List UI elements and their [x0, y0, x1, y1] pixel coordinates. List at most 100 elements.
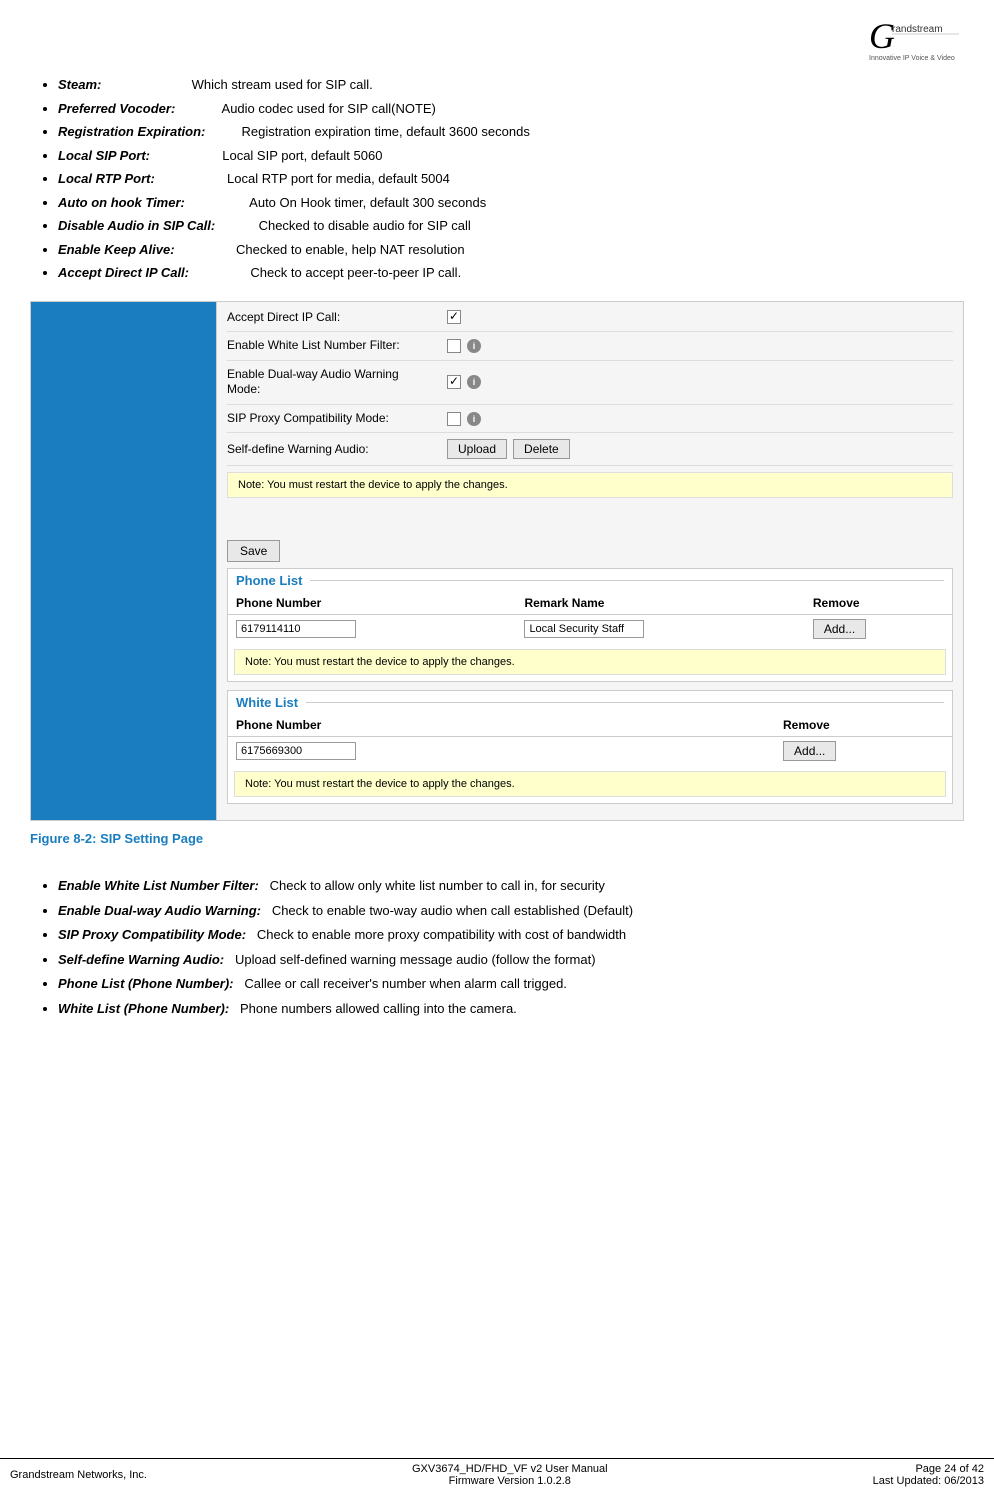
- bullet-term: Enable Keep Alive:: [58, 242, 175, 257]
- form-row-sip-proxy: SIP Proxy Compatibility Mode: i: [227, 411, 953, 434]
- delete-button[interactable]: Delete: [513, 439, 570, 459]
- remark-name-input[interactable]: [524, 620, 644, 638]
- info-icon[interactable]: i: [467, 339, 481, 353]
- bullet-term: Auto on hook Timer:: [58, 195, 185, 210]
- add-button-cell-wl: Add...: [775, 737, 952, 766]
- table-row: Add...: [228, 615, 952, 644]
- white-list-note-text: Note: You must restart the device to app…: [245, 778, 515, 790]
- phone-number-cell: [228, 615, 516, 644]
- col-remark-name: Remark Name: [516, 592, 804, 615]
- footer-center: GXV3674_HD/FHD_VF v2 User Manual Firmwar…: [412, 1463, 608, 1487]
- info-icon[interactable]: i: [467, 375, 481, 389]
- col-empty-wl: [575, 714, 775, 737]
- bullet-term: Preferred Vocoder:: [58, 101, 175, 116]
- footer-right: Page 24 of 42 Last Updated: 06/2013: [873, 1463, 984, 1487]
- footer-center-line1: GXV3674_HD/FHD_VF v2 User Manual: [412, 1463, 608, 1475]
- white-list-table: Phone Number Remove Add...: [228, 714, 952, 765]
- bullet-term: Self-define Warning Audio:: [58, 952, 224, 967]
- col-phone-number-wl: Phone Number: [228, 714, 575, 737]
- note-box-1: Note: You must restart the device to app…: [227, 472, 953, 498]
- bottom-bullet-section: Enable White List Number Filter: Check t…: [30, 876, 964, 1018]
- checkbox-accept-direct[interactable]: [447, 310, 461, 324]
- bullet-desc: Upload self-defined warning message audi…: [235, 952, 596, 967]
- top-bullet-section: Steam: Which stream used for SIP call. P…: [30, 75, 964, 283]
- note-text-1: Note: You must restart the device to app…: [238, 479, 508, 491]
- page-wrapper: G randstream Innovative IP Voice & Video…: [0, 0, 994, 1018]
- form-control: i: [447, 339, 481, 353]
- bullet-term: Steam:: [58, 77, 101, 92]
- bullet-term: Local SIP Port:: [58, 148, 150, 163]
- bullet-term: Enable White List Number Filter:: [58, 878, 259, 893]
- form-label: Accept Direct IP Call:: [227, 310, 447, 326]
- bullet-desc: Local SIP port, default 5060: [222, 148, 382, 163]
- footer-left: Grandstream Networks, Inc.: [10, 1469, 147, 1481]
- phone-number-input[interactable]: [236, 620, 356, 638]
- footer-center-line2: Firmware Version 1.0.2.8: [412, 1475, 608, 1487]
- col-remove-wl: Remove: [775, 714, 952, 737]
- info-icon[interactable]: i: [467, 412, 481, 426]
- page-footer: Grandstream Networks, Inc. GXV3674_HD/FH…: [0, 1458, 994, 1491]
- list-item: Preferred Vocoder: Audio codec used for …: [58, 99, 964, 119]
- col-remove: Remove: [805, 592, 952, 615]
- bullet-desc: Check to allow only white list number to…: [270, 878, 605, 893]
- form-control: [447, 310, 461, 324]
- checkbox-sip-proxy[interactable]: [447, 412, 461, 426]
- bullet-desc: Registration expiration time, default 36…: [241, 124, 529, 139]
- bullet-term: Registration Expiration:: [58, 124, 205, 139]
- save-button[interactable]: Save: [227, 540, 280, 562]
- svg-text:Innovative IP Voice & Video: Innovative IP Voice & Video: [869, 55, 955, 62]
- form-row-accept-direct: Accept Direct IP Call:: [227, 310, 953, 333]
- list-item: SIP Proxy Compatibility Mode: Check to e…: [58, 925, 964, 945]
- bullet-desc: Which stream used for SIP call.: [192, 77, 373, 92]
- bullet-desc: Callee or call receiver's number when al…: [244, 976, 567, 991]
- phone-list-header: Phone List: [228, 569, 952, 592]
- form-control: i: [447, 412, 481, 426]
- bullet-term: Phone List (Phone Number):: [58, 976, 234, 991]
- list-item: Local SIP Port: Local SIP port, default …: [58, 146, 964, 166]
- upload-button[interactable]: Upload: [447, 439, 507, 459]
- svg-text:G: G: [869, 16, 895, 56]
- white-list-phone-input[interactable]: [236, 742, 356, 760]
- form-row-dual-audio: Enable Dual-way Audio WarningMode: i: [227, 367, 953, 405]
- bullet-term: White List (Phone Number):: [58, 1001, 229, 1016]
- logo-container: G randstream Innovative IP Voice & Video: [864, 10, 964, 65]
- screenshot-container: Accept Direct IP Call: Enable White List…: [30, 301, 964, 822]
- form-label: SIP Proxy Compatibility Mode:: [227, 411, 447, 427]
- table-row: Add...: [228, 737, 952, 766]
- checkbox-whitelist-filter[interactable]: [447, 339, 461, 353]
- checkbox-dual-audio[interactable]: [447, 375, 461, 389]
- figure-caption: Figure 8-2: SIP Setting Page: [30, 831, 964, 846]
- form-control: Upload Delete: [447, 439, 570, 459]
- list-item: Phone List (Phone Number): Callee or cal…: [58, 974, 964, 994]
- form-row-warning-audio: Self-define Warning Audio: Upload Delete: [227, 439, 953, 466]
- white-list-header: White List: [228, 691, 952, 714]
- screenshot-sidebar: [31, 302, 216, 821]
- phone-list-note: Note: You must restart the device to app…: [234, 649, 946, 675]
- list-item: Disable Audio in SIP Call: Checked to di…: [58, 216, 964, 236]
- bullet-desc: Local RTP port for media, default 5004: [227, 171, 450, 186]
- bullet-desc: Phone numbers allowed calling into the c…: [240, 1001, 517, 1016]
- white-list-add-button[interactable]: Add...: [783, 741, 836, 761]
- list-item: Self-define Warning Audio: Upload self-d…: [58, 950, 964, 970]
- white-list-section: White List Phone Number Remove: [227, 690, 953, 804]
- phone-list-line: [310, 580, 944, 581]
- empty-cell-wl: [575, 737, 775, 766]
- svg-text:randstream: randstream: [892, 24, 943, 35]
- phone-add-button[interactable]: Add...: [813, 619, 866, 639]
- phone-list-title: Phone List: [236, 573, 302, 588]
- form-control: i: [447, 375, 481, 389]
- list-item: White List (Phone Number): Phone numbers…: [58, 999, 964, 1019]
- bullet-desc: Check to enable more proxy compatibility…: [257, 927, 626, 942]
- list-item: Steam: Which stream used for SIP call.: [58, 75, 964, 95]
- bullet-desc: Audio codec used for SIP call(NOTE): [222, 101, 436, 116]
- bullet-term: Local RTP Port:: [58, 171, 155, 186]
- bullet-term: SIP Proxy Compatibility Mode:: [58, 927, 246, 942]
- add-button-cell: Add...: [805, 615, 952, 644]
- phone-list-section: Phone List Phone Number Remark Name Remo…: [227, 568, 953, 682]
- list-item: Accept Direct IP Call: Check to accept p…: [58, 263, 964, 283]
- col-phone-number: Phone Number: [228, 592, 516, 615]
- bullet-desc: Check to accept peer-to-peer IP call.: [250, 265, 461, 280]
- white-list-note: Note: You must restart the device to app…: [234, 771, 946, 797]
- form-row-whitelist-filter: Enable White List Number Filter: i: [227, 338, 953, 361]
- bullet-desc: Auto On Hook timer, default 300 seconds: [249, 195, 486, 210]
